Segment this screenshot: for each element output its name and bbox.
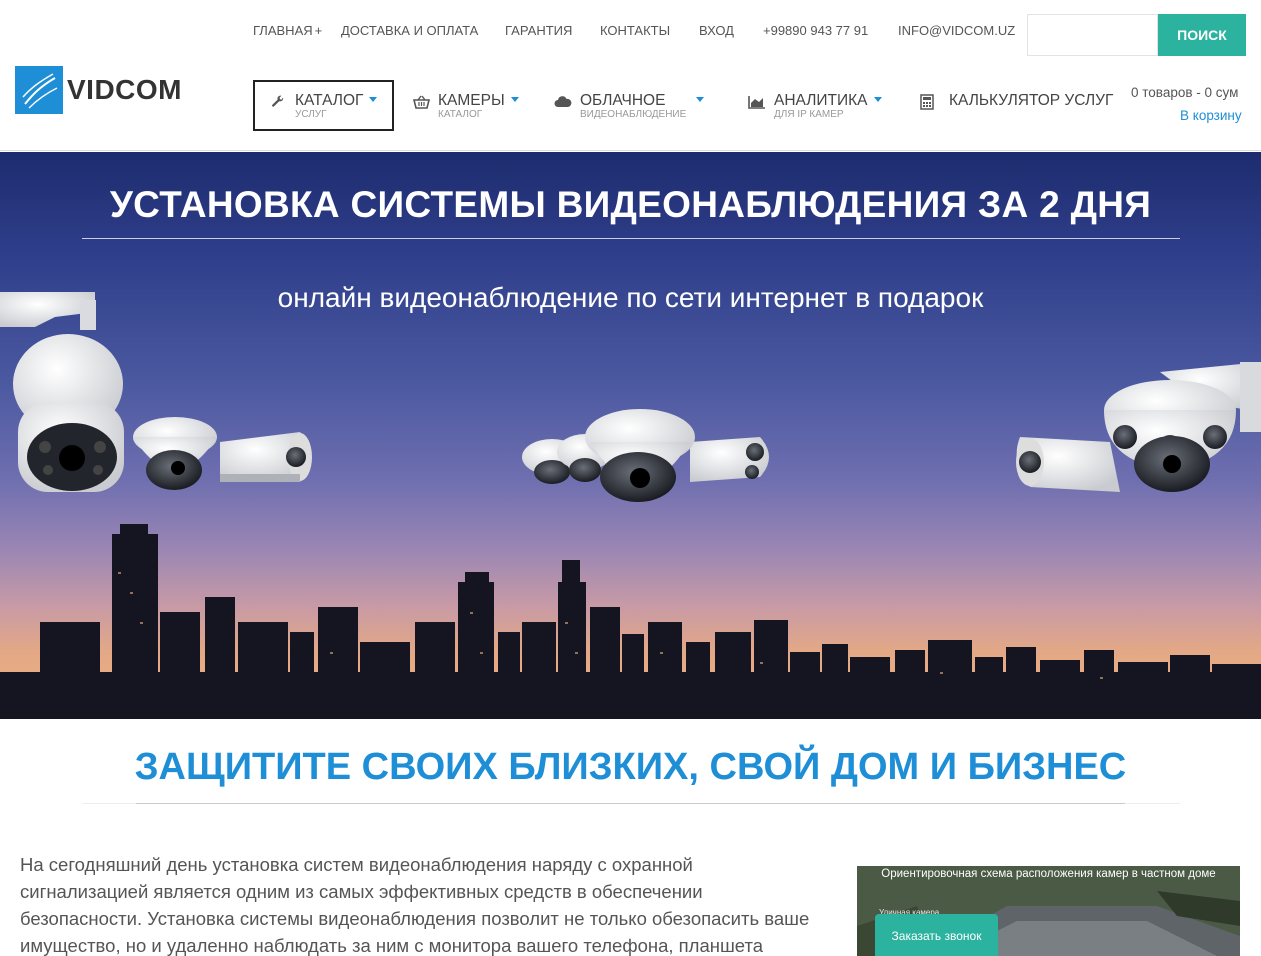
nav-item-catalog[interactable]: КАТАЛОГ УСЛУГ <box>253 80 394 131</box>
nav-item-cameras-title: КАМЕРЫ <box>438 92 505 109</box>
nav-item-catalog-text: КАТАЛОГ УСЛУГ <box>295 82 378 120</box>
scheme-title: Ориентировочная схема расположения камер… <box>881 868 1216 880</box>
search-input[interactable] <box>1027 14 1158 56</box>
logo-mark-icon <box>15 66 63 114</box>
topnav-home-link[interactable]: ГЛАВНАЯ + <box>253 23 322 38</box>
cart-summary: 0 товаров - 0 сум <box>1131 85 1239 100</box>
topnav-home-plus[interactable]: + <box>315 23 323 38</box>
wrench-icon <box>269 93 287 111</box>
nav-item-cameras-text: КАМЕРЫ КАТАЛОГ <box>438 82 519 120</box>
topnav-warranty-link[interactable]: ГАРАНТИЯ <box>505 23 572 38</box>
chevron-down-icon <box>873 97 882 102</box>
nav-item-calculator-text: КАЛЬКУЛЯТОР УСЛУГ <box>949 82 1113 110</box>
section-divider-inner <box>136 803 1125 804</box>
topnav-phone-link[interactable]: +99890 943 77 91 <box>763 23 868 38</box>
nav-item-analytics[interactable]: АНАЛИТИКА ДЛЯ IP КАМЕР <box>748 82 882 130</box>
hero-subtitle: онлайн видеонаблюдение по сети интернет … <box>277 282 984 313</box>
hero-title: УСТАНОВКА СИСТЕМЫ ВИДЕОНАБЛЮДЕНИЯ ЗА 2 Д… <box>109 184 1152 225</box>
nav-item-cloud-title: ОБЛАЧНОЕ <box>580 92 666 109</box>
nav-item-cameras[interactable]: КАМЕРЫ КАТАЛОГ <box>412 82 519 130</box>
order-call-button[interactable]: Заказать звонок <box>875 914 998 956</box>
chevron-down-icon <box>510 97 519 102</box>
topnav-login-link[interactable]: ВХОД <box>699 23 734 38</box>
section-title: ЗАЩИТИТЕ СВОИХ БЛИЗКИХ, СВОЙ ДОМ И БИЗНЕ… <box>134 746 1127 788</box>
ptz-camera-left <box>0 292 124 492</box>
nav-item-calculator[interactable]: КАЛЬКУЛЯТОР УСЛУГ <box>918 82 1113 130</box>
nav-item-calculator-title: КАЛЬКУЛЯТОР УСЛУГ <box>949 92 1114 109</box>
hero-banner: УСТАНОВКА СИСТЕМЫ ВИДЕОНАБЛЮДЕНИЯ ЗА 2 Д… <box>0 152 1261 719</box>
nav-item-catalog-sub: УСЛУГ <box>295 109 327 120</box>
topnav-email-link[interactable]: INFO@VIDCOM.UZ <box>898 23 1015 38</box>
nav-item-cloud[interactable]: ОБЛАЧНОЕ ВИДЕОНАБЛЮДЕНИЕ <box>554 82 705 130</box>
chevron-down-icon <box>696 97 705 102</box>
site-logo[interactable]: VIDCOM <box>15 66 182 114</box>
topnav-delivery-link[interactable]: ДОСТАВКА И ОПЛАТА <box>341 23 478 38</box>
nav-item-cloud-sub: ВИДЕОНАБЛЮДЕНИЕ <box>580 109 687 120</box>
topnav-contacts-link[interactable]: КОНТАКТЫ <box>600 23 670 38</box>
section-body-text: На сегодняшний день установка систем вид… <box>20 854 810 956</box>
city-skyline <box>0 524 1261 719</box>
basket-icon <box>412 93 430 111</box>
nav-item-analytics-sub: ДЛЯ IP КАМЕР <box>774 109 844 120</box>
search-button[interactable]: ПОИСК <box>1158 14 1246 56</box>
nav-item-cameras-sub: КАТАЛОГ <box>438 109 483 120</box>
panoramic-camera-right <box>1104 362 1261 492</box>
calculator-icon <box>918 93 936 111</box>
dome-camera-left <box>133 417 217 490</box>
chevron-down-icon <box>369 97 378 102</box>
hero-divider <box>82 238 1180 239</box>
nav-item-analytics-title: АНАЛИТИКА <box>774 92 868 109</box>
cart-link[interactable]: В корзину <box>1180 108 1242 123</box>
bullet-camera-left <box>220 432 312 482</box>
nav-item-analytics-text: АНАЛИТИКА ДЛЯ IP КАМЕР <box>774 82 882 120</box>
header-divider <box>0 150 1261 151</box>
logo-text: VIDCOM <box>67 74 182 105</box>
nav-item-catalog-title: КАТАЛОГ <box>295 92 364 109</box>
topnav-home-label[interactable]: ГЛАВНАЯ <box>253 23 313 38</box>
bullet-camera-right <box>1016 437 1120 492</box>
top-bar: ГЛАВНАЯ + ДОСТАВКА И ОПЛАТА ГАРАНТИЯ КОНТ… <box>0 0 1261 62</box>
cloud-icon <box>554 93 572 111</box>
camera-cluster-center <box>522 409 769 502</box>
area-chart-icon <box>748 93 766 111</box>
nav-item-cloud-text: ОБЛАЧНОЕ ВИДЕОНАБЛЮДЕНИЕ <box>580 82 686 120</box>
